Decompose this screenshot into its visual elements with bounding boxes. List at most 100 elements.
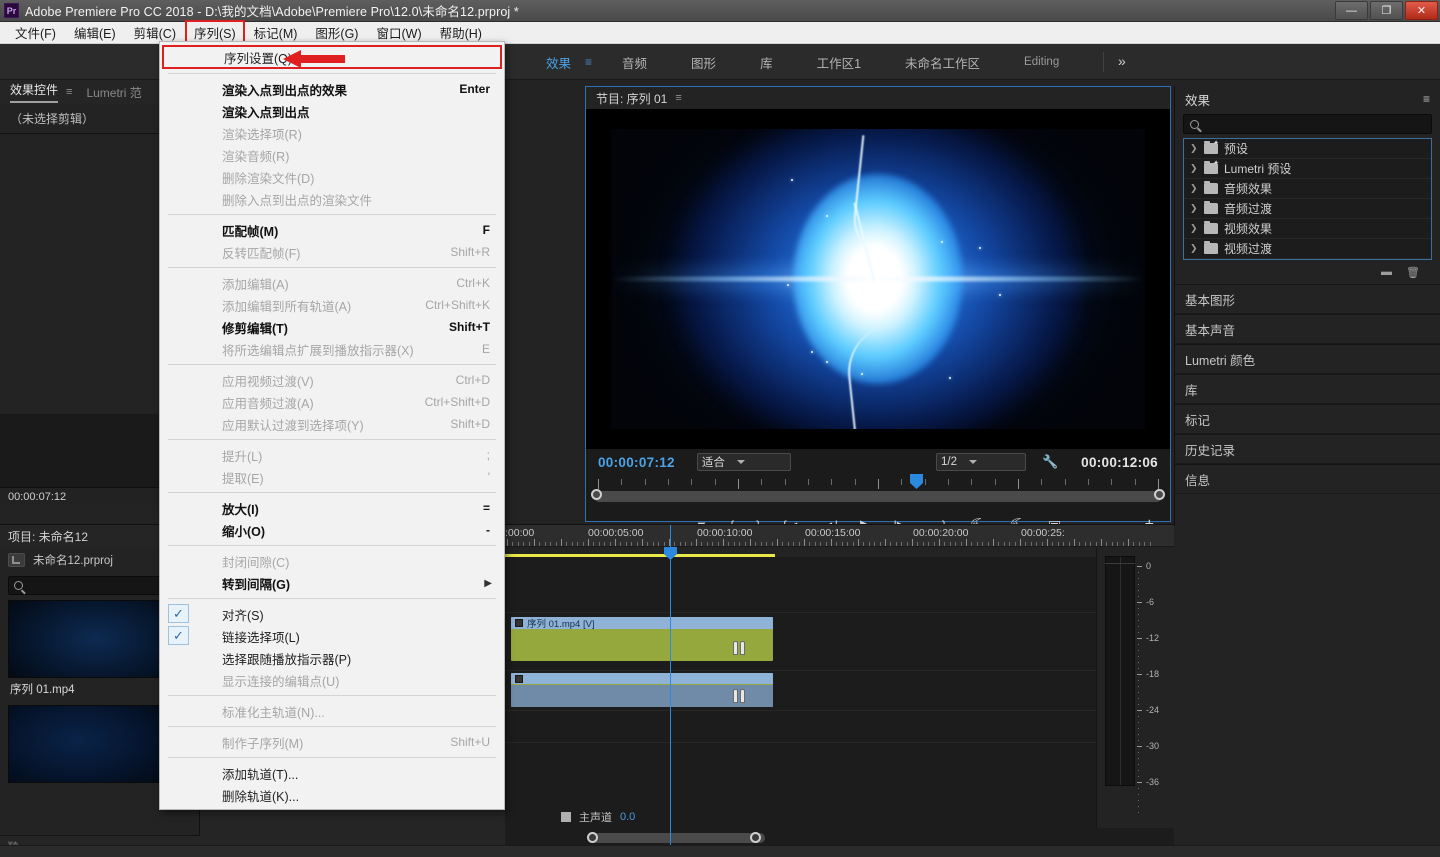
effects-tree-row-0[interactable]: ❯预设 <box>1184 139 1431 159</box>
new-bin-icon[interactable]: ▬ <box>1381 266 1392 279</box>
tab-lumetri-scopes[interactable]: Lumetri 范 <box>86 84 141 101</box>
timeline-tick <box>842 542 843 546</box>
scrollbar-thumb[interactable] <box>591 833 765 843</box>
chevron-right-icon[interactable]: ❯ <box>1190 183 1198 194</box>
track-a2[interactable] <box>505 711 1174 743</box>
meter-minor-dot <box>1138 668 1139 669</box>
timeline-clip-video[interactable]: 序列 01.mp4 [V] <box>511 617 773 661</box>
master-track-value[interactable]: 0.0 <box>620 811 635 823</box>
close-button[interactable]: ✕ <box>1405 1 1438 20</box>
workspace-tab-4[interactable]: 工作区1 <box>795 53 883 72</box>
sequence-menu-item-31[interactable]: ✓链接选择项(L) <box>160 625 504 647</box>
workspace-tab-2[interactable]: 图形 <box>669 53 738 72</box>
current-timecode[interactable]: 00:00:07:12 <box>598 455 675 470</box>
menu-item-label: 匹配帧(M) <box>222 221 278 240</box>
workspace-tab-6[interactable]: Editing <box>1002 56 1081 68</box>
project-item-thumbnail[interactable] <box>8 600 184 678</box>
sequence-menu-item-24[interactable]: 放大(I)= <box>160 497 504 519</box>
timeline-body[interactable]: :00:0000:00:05:0000:00:10:0000:00:15:000… <box>505 525 1174 857</box>
sequence-dropdown-menu[interactable]: 序列设置(Q)...渲染入点到出点的效果Enter渲染入点到出点渲染选择项(R)… <box>159 41 505 810</box>
scrub-handle-right[interactable] <box>1154 489 1165 500</box>
workspace-tab-1[interactable]: 音频 <box>600 53 669 72</box>
program-monitor-scrubber[interactable] <box>586 475 1170 509</box>
scrollbar-cap-left[interactable] <box>587 832 598 843</box>
menu-item-label: 修剪编辑(T) <box>222 318 288 337</box>
panel-menu-icon[interactable]: ≡ <box>66 86 72 98</box>
workspace-menu-icon[interactable]: ≡ <box>577 55 600 69</box>
effects-tree-row-3[interactable]: ❯音频过渡 <box>1184 199 1431 219</box>
timeline-tick <box>550 542 551 546</box>
effects-section-6[interactable]: 信息 <box>1175 464 1440 494</box>
chevron-right-icon[interactable]: ❯ <box>1190 163 1198 174</box>
effects-section-4[interactable]: 标记 <box>1175 404 1440 434</box>
effects-tree-row-2[interactable]: ❯音频效果 <box>1184 179 1431 199</box>
effects-section-label: 历史记录 <box>1185 440 1235 459</box>
chevron-right-icon[interactable]: ❯ <box>1190 203 1198 214</box>
timeline-tick <box>917 542 918 546</box>
scrubber-tick <box>598 479 599 489</box>
sequence-menu-item-21: 提升(L); <box>160 444 504 466</box>
track-v2[interactable] <box>505 557 1174 613</box>
chevron-right-icon[interactable]: ❯ <box>1190 223 1198 234</box>
audio-meter-scale: 0-6-12-18-24-30-36 <box>1137 556 1173 786</box>
tab-program-monitor[interactable]: 节目: 序列 01 <box>596 90 667 107</box>
scrubber-bar[interactable] <box>594 491 1162 502</box>
sequence-menu-item-25[interactable]: 缩小(O)- <box>160 519 504 541</box>
effects-tree-row-1[interactable]: ❯Lumetri 预设 <box>1184 159 1431 179</box>
sequence-menu-item-30[interactable]: ✓对齐(S) <box>160 603 504 625</box>
scrub-handle-left[interactable] <box>591 489 602 500</box>
tab-effect-controls[interactable]: 效果控件 <box>10 81 58 103</box>
menu-item-shortcut: = <box>483 501 490 515</box>
effects-section-3[interactable]: 库 <box>1175 374 1440 404</box>
sequence-menu-item-39[interactable]: 添加轨道(T)... <box>160 762 504 784</box>
minimize-button[interactable]: — <box>1335 1 1368 20</box>
timeline-tick <box>772 542 773 546</box>
delete-icon[interactable]: 🗑 <box>1406 266 1420 279</box>
effects-section-1[interactable]: 基本声音 <box>1175 314 1440 344</box>
timeline-tracks[interactable]: 序列 01.mp4 [V] <box>505 557 1174 857</box>
sequence-menu-item-40[interactable]: 删除轨道(K)... <box>160 784 504 806</box>
project-item-thumbnail[interactable] <box>8 705 184 783</box>
track-v1[interactable]: 序列 01.mp4 [V] <box>505 613 1174 671</box>
speaker-icon[interactable] <box>561 812 571 822</box>
effects-search-input[interactable]: ▶ <box>1183 114 1432 134</box>
timeline-horizontal-scrollbar[interactable] <box>505 832 1174 844</box>
timeline-ruler[interactable]: :00:0000:00:05:0000:00:10:0000:00:15:000… <box>505 525 1174 547</box>
sequence-menu-item-2[interactable]: 渲染入点到出点的效果Enter <box>160 78 504 100</box>
menu-item-1[interactable]: 编辑(E) <box>65 21 125 44</box>
playback-resolution-select[interactable]: 1/2 <box>936 453 1026 471</box>
master-track-row[interactable]: 主声道 0.0 <box>505 808 635 826</box>
timeline-tick <box>982 542 983 546</box>
effects-tree-row-5[interactable]: ❯视频过渡 <box>1184 239 1431 259</box>
workspace-tab-0[interactable]: 效果 <box>524 53 577 72</box>
menu-item-label: 渲染音频(R) <box>222 146 289 165</box>
sequence-menu-item-28[interactable]: 转到间隔(G)▶ <box>160 572 504 594</box>
effects-tree-row-4[interactable]: ❯视频效果 <box>1184 219 1431 239</box>
panel-menu-icon[interactable]: ≡ <box>1423 92 1430 106</box>
chevron-right-icon[interactable]: ❯ <box>1190 143 1198 154</box>
duration-timecode[interactable]: 00:00:12:06 <box>1081 455 1158 470</box>
timeline-tick <box>728 542 729 546</box>
settings-wrench-icon[interactable]: 🔧 <box>1042 454 1058 470</box>
workspace-overflow-button[interactable]: » <box>1118 53 1126 69</box>
chevron-right-icon[interactable]: ❯ <box>1190 243 1198 254</box>
scrollbar-cap-right[interactable] <box>750 832 761 843</box>
panel-menu-icon[interactable]: ≡ <box>675 92 681 104</box>
timeline-clip-audio[interactable] <box>511 673 773 707</box>
effects-section-0[interactable]: 基本图形 <box>1175 284 1440 314</box>
effects-section-5[interactable]: 历史记录 <box>1175 434 1440 464</box>
menu-item-0[interactable]: 文件(F) <box>6 21 65 44</box>
restore-button[interactable]: ❐ <box>1370 1 1403 20</box>
sequence-menu-item-9[interactable]: 匹配帧(M)F <box>160 219 504 241</box>
sequence-menu-item-3[interactable]: 渲染入点到出点 <box>160 100 504 122</box>
fit-zoom-select[interactable]: 适合 <box>697 453 791 471</box>
spark <box>787 284 789 286</box>
workspace-tab-3[interactable]: 库 <box>738 53 795 72</box>
workspace-tab-5[interactable]: 未命名工作区 <box>883 53 1002 72</box>
sequence-menu-item-32[interactable]: 选择跟随播放指示器(P) <box>160 647 504 669</box>
sequence-menu-item-14[interactable]: 修剪编辑(T)Shift+T <box>160 316 504 338</box>
tab-project[interactable]: 项目: 未命名12 <box>8 528 88 545</box>
video-preview[interactable] <box>611 129 1145 429</box>
track-a1[interactable] <box>505 671 1174 711</box>
effects-section-2[interactable]: Lumetri 颜色 <box>1175 344 1440 374</box>
